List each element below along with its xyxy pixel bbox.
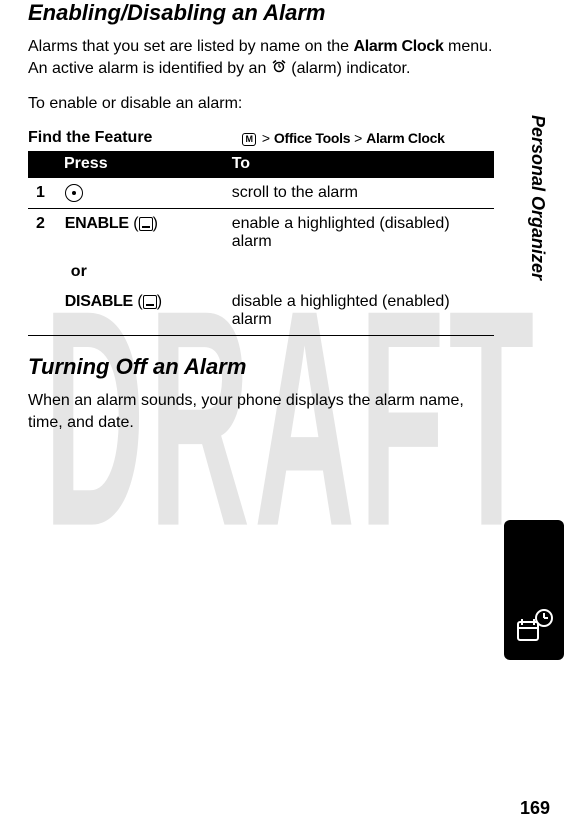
step-number: 2 — [28, 209, 61, 258]
enable-softkey-label: ENABLE — [65, 215, 129, 232]
text-fragment: ( — [133, 293, 143, 310]
softkey-icon — [139, 217, 153, 231]
section-heading-enable-disable: Enabling/Disabling an Alarm — [28, 0, 494, 26]
table-row: or — [28, 257, 494, 287]
to-cell: enable a highlighted (disabled) alarm — [224, 209, 494, 258]
text-fragment: ) — [157, 293, 162, 310]
menu-path: M > Office Tools > Alarm Clock — [242, 130, 444, 146]
table-row: 2 ENABLE () enable a highlighted (disabl… — [28, 209, 494, 258]
path-separator: > — [350, 130, 366, 146]
press-cell: ENABLE () — [61, 209, 224, 258]
lead-in-paragraph: To enable or disable an alarm: — [28, 93, 494, 115]
path-separator: > — [258, 130, 274, 146]
menu-key-icon: M — [242, 133, 256, 146]
to-cell: disable a highlighted (enabled) alarm — [224, 287, 494, 336]
press-to-table: Press To 1 scroll to the alarm 2 ENABLE … — [28, 151, 494, 336]
page-number: 169 — [520, 798, 550, 819]
text-fragment: ( — [129, 215, 139, 232]
step-number: 1 — [28, 178, 61, 209]
table-row: 1 scroll to the alarm — [28, 178, 494, 209]
table-header-row: Press To — [28, 151, 494, 178]
text-fragment: ) — [153, 215, 158, 232]
col-to-header: To — [224, 151, 494, 178]
press-cell: DISABLE () — [61, 287, 224, 336]
col-press-header: Press — [28, 151, 224, 178]
organizer-tab-icon — [512, 604, 556, 648]
turning-off-paragraph: When an alarm sounds, your phone display… — [28, 390, 494, 433]
or-label: or — [61, 257, 224, 287]
chapter-tab — [504, 520, 564, 660]
alarm-clock-label: Alarm Clock — [354, 38, 444, 55]
section-heading-turning-off: Turning Off an Alarm — [28, 354, 494, 380]
press-cell — [61, 178, 224, 209]
find-the-feature-label: Find the Feature — [28, 129, 238, 147]
text-fragment: (alarm) indicator. — [287, 60, 411, 77]
text-fragment: Alarms that you set are listed by name o… — [28, 38, 354, 55]
intro-paragraph: Alarms that you set are listed by name o… — [28, 36, 494, 79]
table-row: DISABLE () disable a highlighted (enable… — [28, 287, 494, 336]
softkey-icon — [143, 295, 157, 309]
nav-key-icon — [65, 184, 83, 202]
path-office-tools: Office Tools — [274, 130, 350, 146]
find-the-feature-row: Find the Feature M > Office Tools > Alar… — [28, 129, 494, 147]
to-cell: scroll to the alarm — [224, 178, 494, 209]
disable-softkey-label: DISABLE — [65, 293, 133, 310]
path-alarm-clock: Alarm Clock — [366, 130, 444, 146]
alarm-indicator-icon — [271, 58, 287, 80]
